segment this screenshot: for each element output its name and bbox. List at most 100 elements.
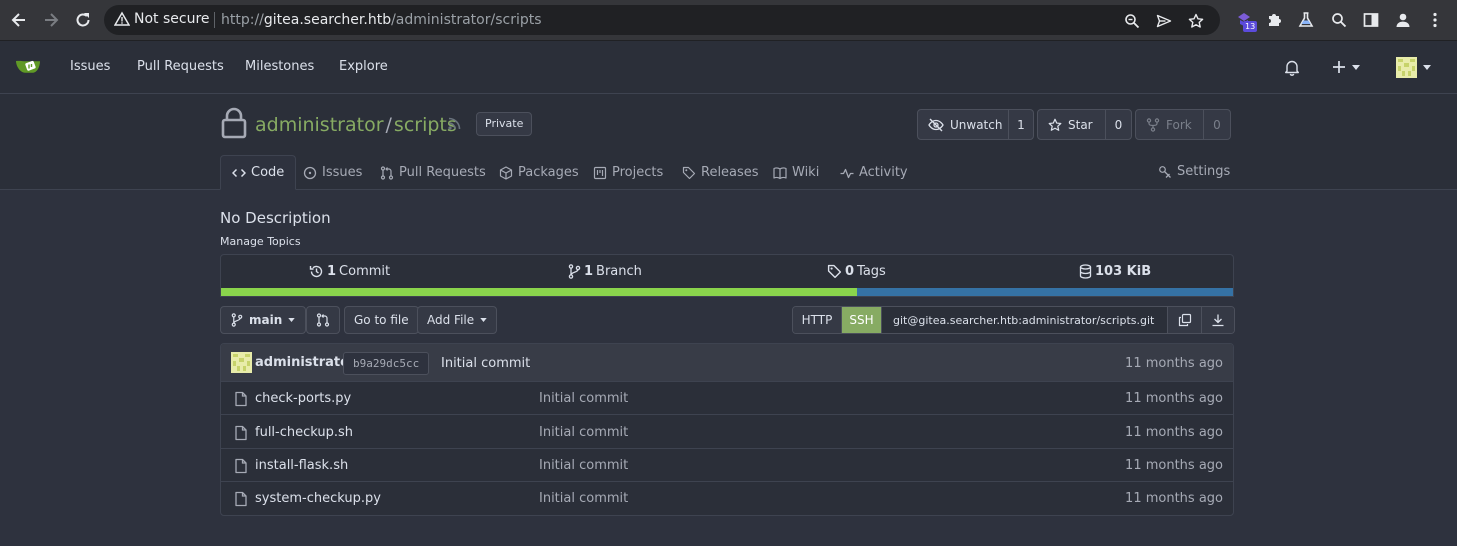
side-panel-icon[interactable] bbox=[1362, 11, 1380, 29]
not-secure-label: Not secure bbox=[134, 11, 210, 27]
star-button[interactable]: Star 0 bbox=[1037, 109, 1132, 140]
tab-releases[interactable]: Releases bbox=[682, 155, 759, 190]
ssh-button[interactable]: SSH bbox=[841, 307, 881, 333]
http-button[interactable]: HTTP bbox=[793, 307, 841, 333]
commit-author-avatar[interactable] bbox=[231, 352, 252, 373]
file-icon bbox=[234, 425, 248, 441]
profile-icon[interactable] bbox=[1394, 11, 1412, 29]
gitea-logo-icon[interactable] bbox=[15, 55, 43, 79]
tags-stat[interactable]: 0 Tags bbox=[827, 264, 886, 279]
file-name[interactable]: full-checkup.sh bbox=[255, 425, 353, 440]
unwatch-button[interactable]: Unwatch 1 bbox=[917, 109, 1034, 140]
security-indicator[interactable]: Not secure bbox=[114, 11, 210, 27]
pulse-icon bbox=[840, 166, 854, 180]
rss-icon[interactable] bbox=[447, 116, 462, 131]
fork-label: Fork bbox=[1166, 117, 1192, 132]
file-name[interactable]: system-checkup.py bbox=[255, 491, 381, 506]
file-icon bbox=[234, 458, 248, 474]
file-commit-time: 11 months ago bbox=[1125, 391, 1223, 406]
pull-request-icon bbox=[380, 165, 394, 180]
bookmark-star-icon[interactable] bbox=[1188, 13, 1204, 29]
commit-author[interactable]: administrator bbox=[255, 355, 355, 370]
add-file-button[interactable]: Add File bbox=[417, 306, 498, 334]
branches-count: 1 bbox=[584, 264, 594, 279]
file-commit-message[interactable]: Initial commit bbox=[539, 458, 628, 473]
file-icon bbox=[234, 491, 248, 507]
tab-code[interactable]: Code bbox=[220, 155, 297, 190]
copy-icon[interactable] bbox=[1168, 307, 1201, 333]
branches-stat[interactable]: 1 Branch bbox=[568, 264, 642, 279]
fork-icon bbox=[1146, 117, 1160, 132]
commit-message[interactable]: Initial commit bbox=[441, 356, 530, 371]
issue-circle-icon bbox=[303, 166, 317, 180]
forward-arrow-icon[interactable] bbox=[41, 10, 61, 30]
tab-projects[interactable]: Projects bbox=[593, 155, 663, 190]
language-segment-secondary[interactable] bbox=[856, 288, 1233, 296]
repo-owner-link[interactable]: administrator bbox=[255, 114, 384, 136]
reload-icon[interactable] bbox=[73, 10, 93, 30]
plus-icon[interactable] bbox=[1332, 60, 1346, 74]
send-icon[interactable] bbox=[1156, 13, 1172, 29]
clone-url-input[interactable]: git@gitea.searcher.htb:administrator/scr… bbox=[881, 307, 1168, 333]
file-commit-message[interactable]: Initial commit bbox=[539, 391, 628, 406]
tab-wiki-label: Wiki bbox=[792, 165, 820, 180]
warning-triangle-icon bbox=[114, 11, 130, 27]
go-to-file-button[interactable]: Go to file bbox=[344, 306, 419, 334]
kebab-menu-icon[interactable] bbox=[1426, 11, 1444, 29]
file-commit-message[interactable]: Initial commit bbox=[539, 425, 628, 440]
search-icon[interactable] bbox=[1330, 11, 1348, 29]
download-icon[interactable] bbox=[1201, 307, 1234, 333]
site-navbar: Issues Pull Requests Milestones Explore bbox=[0, 41, 1457, 94]
tab-code-label: Code bbox=[251, 165, 285, 180]
tab-wiki[interactable]: Wiki bbox=[773, 155, 819, 190]
tab-issues-label: Issues bbox=[322, 165, 363, 180]
file-table: administrator b9a29dc5cc Initial commit … bbox=[220, 343, 1234, 516]
fork-button[interactable]: Fork 0 bbox=[1135, 109, 1231, 140]
file-row[interactable]: check-ports.py Initial commit 11 months … bbox=[221, 382, 1233, 415]
nav-milestones[interactable]: Milestones bbox=[245, 59, 314, 74]
add-file-label: Add File bbox=[427, 313, 475, 327]
repo-separator: / bbox=[385, 114, 392, 136]
fork-count[interactable]: 0 bbox=[1203, 110, 1230, 139]
file-name[interactable]: check-ports.py bbox=[255, 391, 351, 406]
star-count[interactable]: 0 bbox=[1105, 110, 1131, 139]
puzzle-icon[interactable] bbox=[1266, 11, 1284, 29]
tab-pull-requests[interactable]: Pull Requests bbox=[380, 155, 486, 190]
manage-topics-link[interactable]: Manage Topics bbox=[220, 235, 301, 248]
file-row[interactable]: system-checkup.py Initial commit 11 mont… bbox=[221, 482, 1233, 515]
lock-icon bbox=[221, 107, 247, 139]
tab-pull-requests-label: Pull Requests bbox=[399, 165, 486, 180]
commit-sha[interactable]: b9a29dc5cc bbox=[343, 352, 430, 375]
file-name[interactable]: install-flask.sh bbox=[255, 458, 348, 473]
zoom-icon[interactable] bbox=[1124, 13, 1140, 29]
file-row[interactable]: full-checkup.sh Initial commit 11 months… bbox=[221, 416, 1233, 449]
tags-count: 0 bbox=[845, 264, 855, 279]
file-commit-message[interactable]: Initial commit bbox=[539, 491, 628, 506]
language-bar[interactable] bbox=[221, 288, 1233, 296]
extension-badge: 13 bbox=[1243, 21, 1258, 32]
tab-activity[interactable]: Activity bbox=[840, 155, 908, 190]
branches-label: Branch bbox=[596, 264, 642, 279]
nav-explore[interactable]: Explore bbox=[339, 59, 388, 74]
branch-selector-button[interactable]: main bbox=[220, 306, 307, 334]
user-avatar[interactable] bbox=[1396, 57, 1417, 78]
avatar-chevron-down-icon[interactable] bbox=[1423, 65, 1431, 70]
back-arrow-icon[interactable] bbox=[9, 10, 29, 30]
compare-icon bbox=[316, 313, 330, 327]
watch-count[interactable]: 1 bbox=[1008, 110, 1033, 139]
nav-pull-requests[interactable]: Pull Requests bbox=[137, 59, 224, 74]
nav-issues[interactable]: Issues bbox=[70, 59, 110, 74]
commit-time: 11 months ago bbox=[1125, 356, 1223, 371]
language-segment-primary[interactable] bbox=[221, 288, 857, 296]
url-text[interactable]: http://gitea.searcher.htb/administrator/… bbox=[221, 12, 542, 28]
chevron-down-icon[interactable] bbox=[1352, 65, 1360, 70]
tab-settings[interactable]: Settings bbox=[1158, 164, 1230, 179]
flask-icon[interactable] bbox=[1297, 11, 1315, 29]
address-bar[interactable]: Not secure http://gitea.searcher.htb/adm… bbox=[104, 5, 1220, 35]
bell-icon[interactable] bbox=[1284, 59, 1300, 76]
tab-packages[interactable]: Packages bbox=[499, 155, 579, 190]
compare-button[interactable] bbox=[306, 306, 340, 334]
tab-issues[interactable]: Issues bbox=[303, 155, 362, 190]
file-row[interactable]: install-flask.sh Initial commit 11 month… bbox=[221, 449, 1233, 482]
commits-stat[interactable]: 1 Commit bbox=[309, 264, 390, 279]
